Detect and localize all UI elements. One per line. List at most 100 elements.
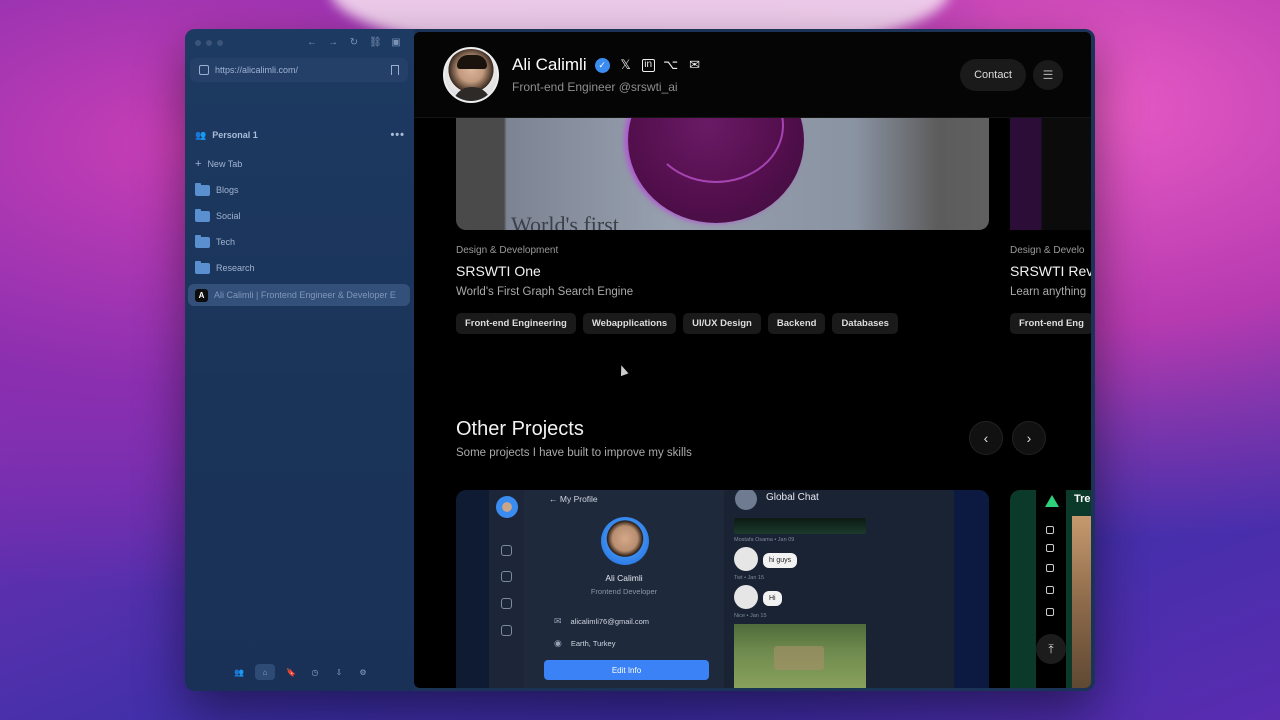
people-icon: 👥 xyxy=(195,129,207,140)
active-tab[interactable]: A Ali Calimli | Frontend Engineer & Devel… xyxy=(188,284,410,306)
chat-meta: Mostafa Osama • Jan 09 xyxy=(734,537,795,543)
sidebar-toggle-icon[interactable]: ▣ xyxy=(390,37,402,48)
chat-meta: Nice • Jan 15 xyxy=(734,613,767,619)
linkedin-icon[interactable]: in xyxy=(641,58,655,72)
minimize-window-button[interactable] xyxy=(206,40,212,46)
preview-edge xyxy=(954,490,989,688)
maximize-window-button[interactable] xyxy=(217,40,223,46)
chat-meta: Twt • Jan 15 xyxy=(734,575,765,581)
x-icon[interactable]: 𝕏 xyxy=(618,57,634,73)
folder-label: Blogs xyxy=(216,185,239,195)
browser-sidebar: ← → ↻ ⛓ ▣ https://alicalimli.com/ 👥 Pers… xyxy=(185,29,414,691)
nav-controls: ← → ↻ ⛓ ▣ xyxy=(306,37,402,48)
chat-message: hi guys xyxy=(763,553,798,568)
download-icon[interactable]: ⇩ xyxy=(331,664,347,680)
project-tags: Front-end Engineering Webapplications UI… xyxy=(456,313,898,334)
space-name: Personal 1 xyxy=(212,130,258,140)
search-icon xyxy=(1046,526,1054,534)
folder-label: Research xyxy=(216,263,255,273)
chat-message: Hi xyxy=(763,591,782,606)
folder-tech[interactable]: Tech xyxy=(193,231,410,253)
tab-favicon-icon: A xyxy=(195,288,208,302)
image-caption: World's first xyxy=(511,212,619,230)
people-icon[interactable]: 👥 xyxy=(231,664,247,680)
lock-icon xyxy=(199,65,209,75)
scroll-to-top-button[interactable]: ⤒ xyxy=(1036,634,1066,664)
project-image-srswti-one[interactable]: World's first xyxy=(456,118,989,230)
link-icon[interactable]: ⛓ xyxy=(369,37,382,48)
url-text[interactable]: https://alicalimli.com/ xyxy=(215,65,385,75)
back-icon[interactable]: ← xyxy=(306,37,318,48)
home-icon[interactable]: ⌂ xyxy=(255,664,275,680)
avatar xyxy=(601,517,649,565)
forward-icon[interactable]: → xyxy=(327,37,339,48)
preview-image xyxy=(1072,516,1091,688)
profile-name: Ali Calimli xyxy=(512,55,587,74)
profile-subtitle: Front-end Engineer @srswti_ai xyxy=(512,80,678,94)
profile-name: Ali Calimli xyxy=(605,573,643,583)
contact-button[interactable]: Contact xyxy=(960,59,1026,91)
tag: Front-end Engineering xyxy=(456,313,576,334)
window-controls[interactable] xyxy=(195,40,223,46)
history-icon[interactable]: ◷ xyxy=(307,664,323,680)
project-preview-chat-app[interactable]: ← My Profile Ali Calimli Frontend Develo… xyxy=(456,490,989,688)
project-title[interactable]: SRSWTI One xyxy=(456,263,541,279)
browser-window: ← → ↻ ⛓ ▣ https://alicalimli.com/ 👥 Pers… xyxy=(185,29,1095,691)
preview-nav-rail xyxy=(489,490,524,688)
folder-icon xyxy=(195,234,210,248)
folder-icon xyxy=(195,208,210,222)
verified-icon: ✓ xyxy=(594,57,610,73)
sidebar-bottom-bar: 👥 ⌂ 🔖 ◷ ⇩ ⚙ xyxy=(231,664,371,680)
fire-icon xyxy=(1046,586,1054,594)
prev-arrow-button[interactable]: ‹ xyxy=(969,421,1003,455)
reload-icon[interactable]: ↻ xyxy=(348,37,360,48)
next-arrow-button[interactable]: › xyxy=(1012,421,1046,455)
new-tab-label: New Tab xyxy=(207,159,243,169)
folder-social[interactable]: Social xyxy=(193,205,410,227)
site-header: Ali Calimli ✓ 𝕏 in ⌥ ✉ Front-end Enginee… xyxy=(414,32,1091,118)
new-tab-button[interactable]: + New Tab xyxy=(193,153,410,175)
bookmark-icon[interactable] xyxy=(391,65,399,75)
bookmark-icon[interactable]: 🔖 xyxy=(283,664,299,680)
folder-blogs[interactable]: Blogs xyxy=(193,179,410,201)
chat-photo xyxy=(734,624,866,688)
email-row: ✉ alicalimli76@gmail.com xyxy=(554,616,650,626)
folder-research[interactable]: Research xyxy=(193,257,410,279)
location-icon: ◉ xyxy=(554,638,562,648)
avatar xyxy=(496,496,518,518)
project-category: Design & Develo xyxy=(1010,245,1085,256)
profile-info: Ali Calimli ✓ 𝕏 in ⌥ ✉ Front-end Enginee… xyxy=(512,55,703,94)
close-window-button[interactable] xyxy=(195,40,201,46)
mail-icon: ✉ xyxy=(554,616,562,626)
hamburger-menu-icon[interactable]: ☰ xyxy=(1033,60,1063,90)
home-icon xyxy=(1046,564,1054,572)
avatar xyxy=(734,547,758,571)
globe-icon xyxy=(735,490,757,510)
edit-info-button: Edit Info xyxy=(544,660,709,680)
project-title[interactable]: SRSWTI Rev xyxy=(1010,263,1091,279)
project-description: Learn anything xyxy=(1010,286,1087,298)
web-page: World's first Design & Development SRSWT… xyxy=(414,32,1091,688)
space-header[interactable]: 👥 Personal 1 ••• xyxy=(195,129,405,141)
active-tab-label: Ali Calimli | Frontend Engineer & Develo… xyxy=(214,290,396,300)
settings-icon[interactable]: ⚙ xyxy=(355,664,371,680)
profile-icon xyxy=(501,598,512,609)
tag: Webapplications xyxy=(582,313,677,334)
section-subtitle: Some projects I have built to improve my… xyxy=(456,447,692,459)
more-icon[interactable]: ••• xyxy=(390,129,405,141)
back-link: ← My Profile xyxy=(549,494,598,504)
3d-blob-graphic xyxy=(628,118,804,223)
url-bar[interactable]: https://alicalimli.com/ xyxy=(190,58,408,82)
avatar xyxy=(443,46,499,103)
chat-icon xyxy=(501,545,512,556)
folder-label: Social xyxy=(216,211,241,221)
tag: Front-end Eng xyxy=(1010,313,1091,334)
settings-icon xyxy=(501,625,512,636)
github-icon[interactable]: ⌥ xyxy=(663,57,679,73)
tag: Backend xyxy=(767,313,826,334)
project-category: Design & Development xyxy=(456,245,559,256)
avatar xyxy=(734,585,758,609)
calendar-icon xyxy=(1046,608,1054,616)
mail-icon[interactable]: ✉ xyxy=(687,57,703,73)
project-image-srswti-rev[interactable] xyxy=(1010,118,1091,230)
